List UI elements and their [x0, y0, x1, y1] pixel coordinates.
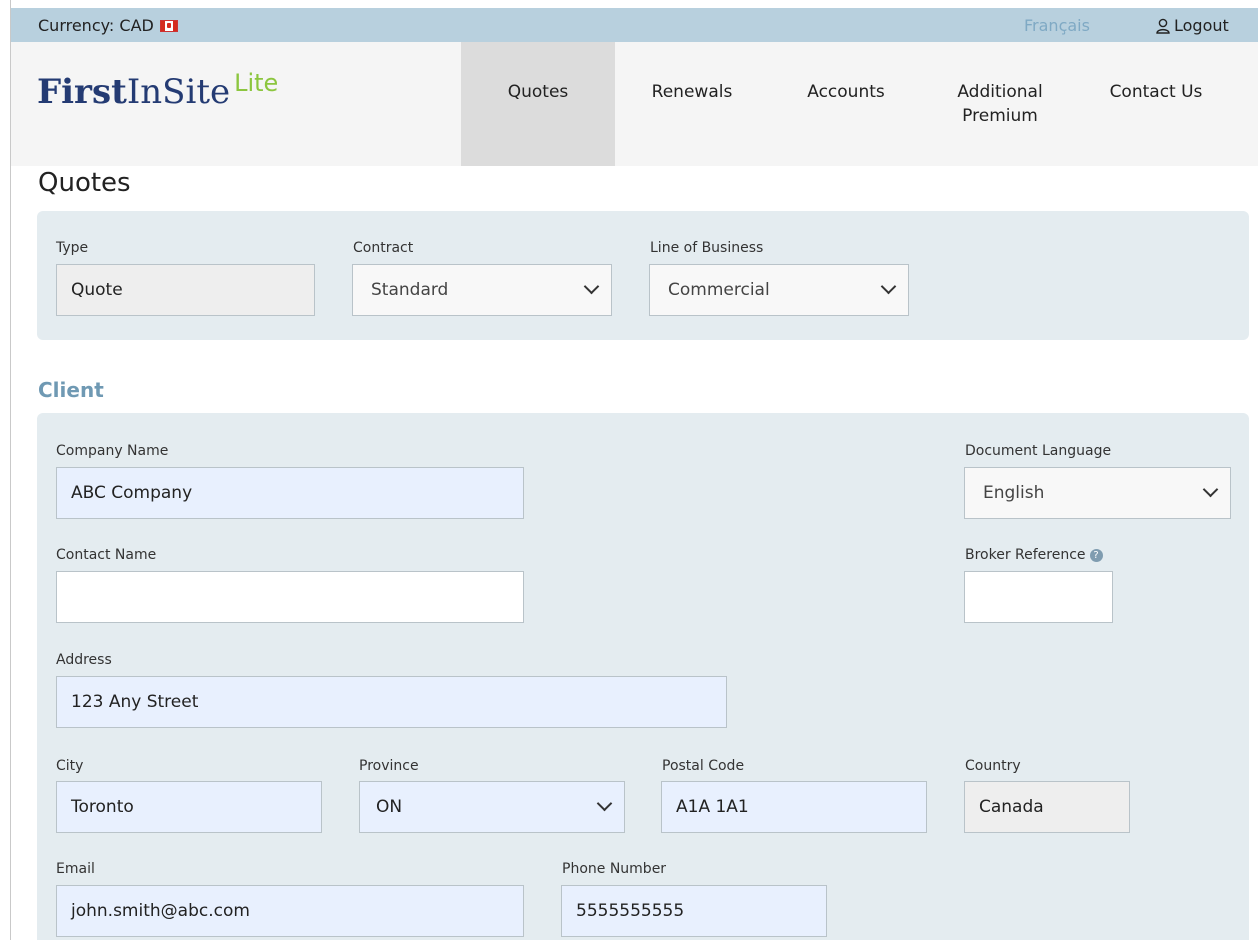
- client-section-title: Client: [38, 378, 104, 402]
- contract-value: Standard: [371, 280, 449, 300]
- email-value: john.smith@abc.com: [71, 901, 250, 921]
- city-input[interactable]: Toronto: [56, 781, 322, 833]
- country-value: Canada: [979, 797, 1044, 817]
- line-of-business-value: Commercial: [668, 280, 770, 300]
- postal-code-label: Postal Code: [662, 758, 745, 774]
- country-label: Country: [965, 758, 1021, 774]
- nav-additional-premium-label: Additional Premium: [957, 82, 1043, 126]
- user-icon: [1156, 18, 1170, 34]
- logo-first: First: [37, 72, 127, 112]
- document-language-select[interactable]: English: [964, 467, 1231, 519]
- address-input[interactable]: 123 Any Street: [56, 676, 727, 728]
- email-input[interactable]: john.smith@abc.com: [56, 885, 524, 937]
- top-utility-bar: Currency: CAD Français Logout: [11, 8, 1258, 42]
- contract-select[interactable]: Standard: [352, 264, 612, 316]
- address-label: Address: [56, 652, 112, 668]
- nav-renewals[interactable]: Renewals: [631, 42, 753, 166]
- city-value: Toronto: [71, 797, 134, 817]
- currency-label: Currency: CAD: [38, 16, 154, 35]
- logout-button[interactable]: Logout: [1156, 16, 1229, 35]
- contact-name-label: Contact Name: [56, 547, 157, 563]
- broker-reference-input[interactable]: [964, 571, 1113, 623]
- province-select[interactable]: ON: [359, 781, 625, 833]
- logo-lite: Lite: [234, 69, 279, 97]
- site-header: FirstInSite Lite Quotes Renewals Accounts…: [11, 42, 1258, 166]
- province-value: ON: [376, 797, 403, 817]
- chevron-down-icon: [583, 278, 600, 295]
- currency-indicator: Currency: CAD: [38, 16, 178, 35]
- phone-number-label: Phone Number: [562, 861, 667, 877]
- nav-quotes-label: Quotes: [507, 82, 569, 102]
- contract-label: Contract: [353, 240, 414, 256]
- firstinsite-lite-logo[interactable]: FirstInSite Lite: [37, 69, 279, 112]
- logout-label: Logout: [1174, 16, 1229, 35]
- type-label: Type: [56, 240, 89, 256]
- line-of-business-select[interactable]: Commercial: [649, 264, 909, 316]
- type-value: Quote: [71, 280, 123, 300]
- chevron-down-icon: [1202, 481, 1219, 498]
- logo-insite: InSite: [126, 72, 231, 112]
- nav-accounts-label: Accounts: [807, 82, 885, 102]
- question-mark-icon[interactable]: ?: [1089, 549, 1103, 562]
- nav-renewals-label: Renewals: [651, 82, 733, 102]
- nav-contact-us-label: Contact Us: [1109, 82, 1203, 102]
- line-of-business-label: Line of Business: [650, 240, 764, 256]
- chevron-down-icon: [596, 795, 613, 812]
- document-language-label: Document Language: [965, 443, 1112, 459]
- canada-flag-icon: [159, 19, 178, 32]
- broker-reference-label: Broker Reference: [965, 547, 1086, 563]
- chevron-down-icon: [880, 278, 897, 295]
- nav-additional-premium[interactable]: Additional Premium: [937, 42, 1063, 166]
- city-label: City: [56, 758, 84, 774]
- address-value: 123 Any Street: [71, 692, 199, 712]
- company-name-value: ABC Company: [71, 483, 193, 503]
- nav-contact-us[interactable]: Contact Us: [1091, 42, 1221, 166]
- company-name-label: Company Name: [56, 443, 169, 459]
- nav-quotes[interactable]: Quotes: [461, 42, 615, 166]
- contact-name-input[interactable]: [56, 571, 524, 623]
- phone-number-value: 5555555555: [576, 901, 685, 921]
- phone-number-input[interactable]: 5555555555: [561, 885, 827, 937]
- country-field: Canada: [964, 781, 1130, 833]
- email-label: Email: [56, 861, 95, 877]
- type-field: Quote: [56, 264, 315, 316]
- page-title: Quotes: [38, 168, 131, 198]
- postal-code-input[interactable]: A1A 1A1: [661, 781, 927, 833]
- broker-reference-label-row: Broker Reference?: [965, 547, 1103, 563]
- province-label: Province: [359, 758, 419, 774]
- company-name-input[interactable]: ABC Company: [56, 467, 524, 519]
- nav-accounts[interactable]: Accounts: [786, 42, 906, 166]
- document-language-value: English: [983, 483, 1045, 503]
- postal-code-value: A1A 1A1: [676, 797, 749, 817]
- language-switch-link[interactable]: Français: [1024, 16, 1090, 35]
